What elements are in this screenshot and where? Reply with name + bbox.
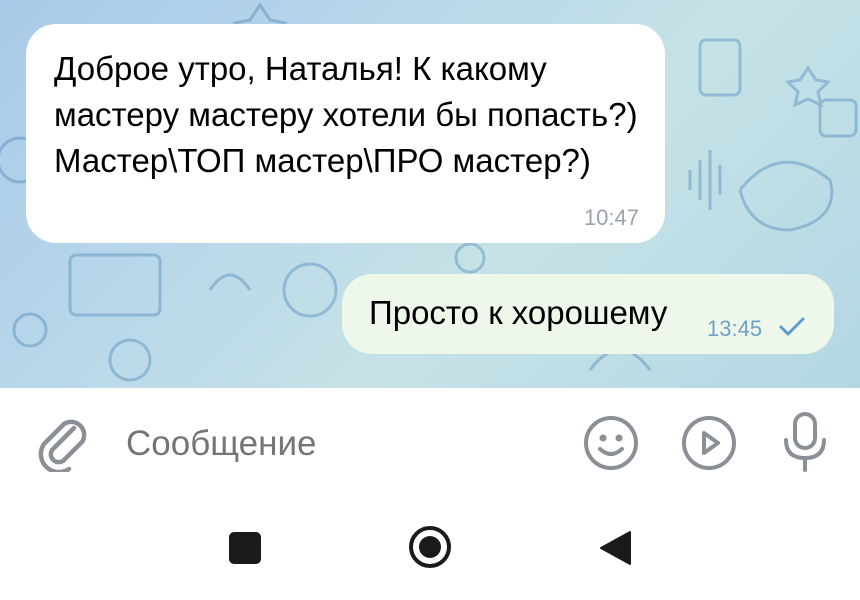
outgoing-message-time: 13:45	[707, 316, 763, 341]
back-triangle-icon[interactable]	[598, 530, 632, 566]
incoming-message-bubble[interactable]: Доброе утро, Наталья! К какому мастеру м…	[26, 24, 665, 243]
incoming-message-text: Доброе утро, Наталья! К какому мастеру м…	[54, 50, 638, 179]
recents-square-icon[interactable]	[228, 531, 262, 565]
chat-area[interactable]: Доброе утро, Наталья! К какому мастеру м…	[0, 0, 860, 388]
incoming-message-time: 10:47	[583, 205, 639, 230]
sent-check-icon	[779, 317, 805, 336]
home-circle-icon[interactable]	[408, 525, 452, 569]
microphone-icon[interactable]	[780, 410, 830, 474]
paperclip-icon[interactable]	[34, 412, 94, 472]
video-message-icon[interactable]	[680, 414, 738, 472]
emoji-icon[interactable]	[582, 414, 640, 472]
outgoing-message-text: Просто к хорошему	[369, 294, 668, 331]
outgoing-message-bubble[interactable]: Просто к хорошему 13:45	[342, 274, 834, 354]
message-input[interactable]	[126, 424, 546, 464]
